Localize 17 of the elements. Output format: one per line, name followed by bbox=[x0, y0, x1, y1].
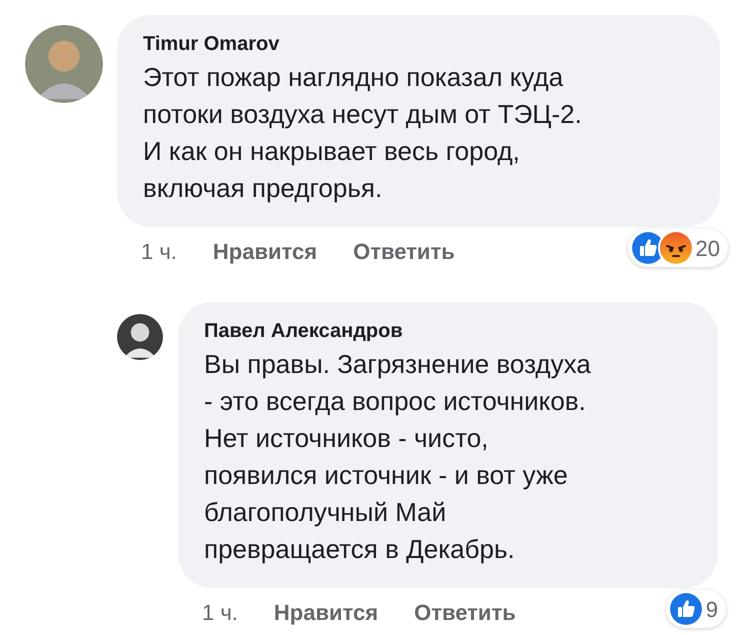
reaction-count: 9 bbox=[706, 596, 718, 624]
reply-link[interactable]: Ответить bbox=[414, 596, 516, 629]
comment-time[interactable]: 1 ч. bbox=[141, 235, 177, 268]
like-link[interactable]: Нравится bbox=[212, 235, 318, 268]
like-reaction-icon bbox=[668, 591, 704, 627]
comment-time[interactable]: 1 ч. bbox=[202, 596, 238, 629]
reply-link[interactable]: Ответить bbox=[353, 235, 455, 268]
avatar[interactable] bbox=[117, 314, 163, 360]
author-name[interactable]: Павел Александров bbox=[204, 318, 692, 344]
comment-text: Этот пожар наглядно показал куда потоки воздуха несут дым от ТЭЦ-2. И как он накрывает весь город, включая предгорья. bbox=[143, 61, 583, 205]
reaction-summary[interactable]: 9 bbox=[666, 590, 726, 628]
author-name[interactable]: Timur Omarov bbox=[143, 31, 694, 57]
reaction-count: 20 bbox=[696, 234, 720, 262]
comment-text: Вы правы. Загрязнение воздуха - это всегда вопрос источников. Нет источников - чисто, появился источник - и вот уже благополучный Май превращается в Декабрь. bbox=[204, 348, 592, 566]
like-link[interactable]: Нравится bbox=[274, 596, 378, 629]
angry-reaction-icon bbox=[658, 230, 694, 266]
reaction-summary[interactable]: 20 bbox=[628, 229, 728, 267]
